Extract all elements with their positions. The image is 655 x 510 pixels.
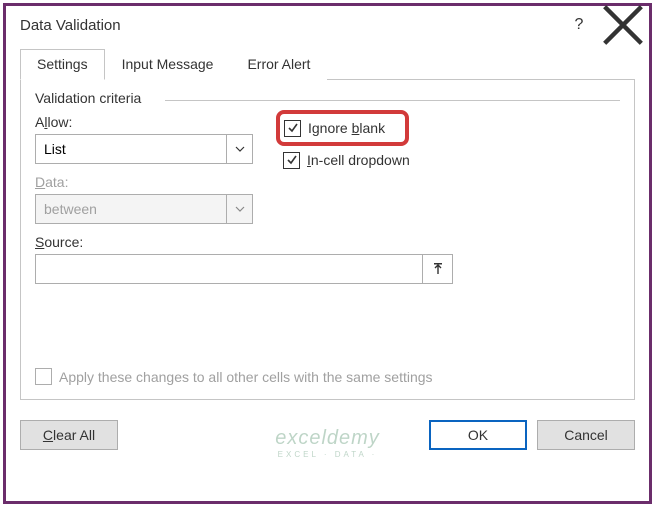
tab-strip: Settings Input Message Error Alert bbox=[20, 48, 635, 80]
tab-error-alert[interactable]: Error Alert bbox=[230, 49, 327, 80]
criteria-legend: Validation criteria bbox=[35, 90, 620, 106]
dialog-title: Data Validation bbox=[20, 17, 557, 34]
range-picker-button[interactable] bbox=[422, 255, 452, 283]
source-input[interactable] bbox=[36, 255, 422, 283]
source-label: Source: bbox=[35, 234, 620, 250]
incell-dropdown-checkbox[interactable]: In-cell dropdown bbox=[283, 148, 410, 172]
apply-all-checkbox: Apply these changes to all other cells w… bbox=[35, 368, 433, 385]
tab-input-message[interactable]: Input Message bbox=[105, 49, 231, 80]
cancel-button[interactable]: Cancel bbox=[537, 420, 635, 450]
titlebar: Data Validation ? bbox=[6, 6, 649, 44]
highlight-annotation: Ignore blank bbox=[276, 110, 409, 146]
ok-button[interactable]: OK bbox=[429, 420, 527, 450]
data-select: between bbox=[35, 194, 253, 224]
checkbox-empty-icon bbox=[35, 368, 52, 385]
source-input-wrap bbox=[35, 254, 453, 284]
allow-select[interactable]: List bbox=[35, 134, 253, 164]
ignore-blank-checkbox[interactable]: Ignore blank bbox=[284, 116, 385, 140]
checkmark-icon bbox=[283, 152, 300, 169]
chevron-down-icon bbox=[226, 195, 252, 223]
settings-pane: Validation criteria Allow: List bbox=[20, 80, 635, 400]
tab-settings[interactable]: Settings bbox=[20, 49, 105, 80]
allow-label: Allow: bbox=[35, 114, 280, 130]
checkmark-icon bbox=[284, 120, 301, 137]
close-button[interactable] bbox=[601, 9, 645, 41]
chevron-down-icon bbox=[226, 135, 252, 163]
clear-all-button[interactable]: Clear All bbox=[20, 420, 118, 450]
help-button[interactable]: ? bbox=[557, 9, 601, 41]
data-label: Data: bbox=[35, 174, 280, 190]
watermark: exceldemy EXCEL · DATA · bbox=[275, 427, 380, 459]
